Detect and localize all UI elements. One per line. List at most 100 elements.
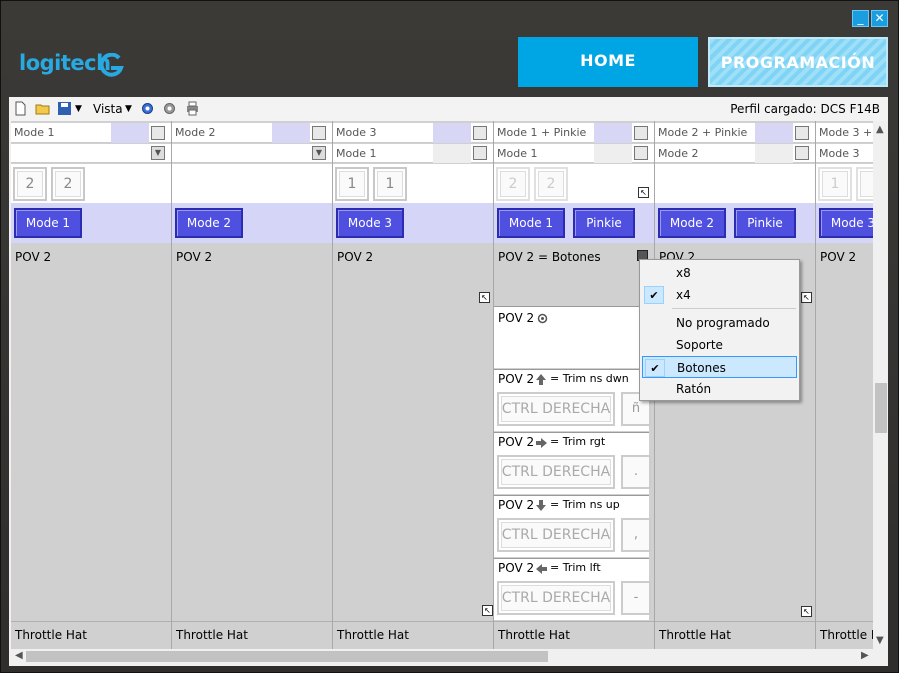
logitech-g-icon [99,53,124,77]
column-mode-1: Mode 1 ▼ 2 2 Mode 1 POV 2 Throttle Hat [11,121,172,649]
mode-buttons-row: Mode 1 [11,203,171,243]
menu-item-x4[interactable]: ✔ x4 [642,284,797,306]
mode-row[interactable]: Mode 1 + Pinkie [494,123,654,143]
sub-mode-row[interactable]: Mode 3 [816,144,873,163]
pov-cell[interactable]: POV 2 [172,244,332,620]
home-tab[interactable]: HOME [518,37,698,87]
key-box[interactable]: 2 [51,167,85,201]
mode-row[interactable]: Mode 2 + Pinkie [655,123,815,143]
key-box[interactable]: CTRL DERECHA [497,518,615,552]
key-box[interactable]: CTRL DERECHA [497,455,615,489]
pov-cell[interactable]: POV 2 ↖ [333,244,493,620]
scroll-down-icon[interactable]: ▼ [876,635,884,646]
expand-icon[interactable]: ↖ [801,606,812,617]
save-dropdown-arrow-icon[interactable]: ▼ [75,104,82,114]
clear-icon[interactable] [634,126,648,140]
minimize-button[interactable]: _ [852,10,869,27]
vertical-scroll-thumb[interactable] [875,383,887,433]
mode-2-button[interactable]: Mode 2 [658,208,726,238]
menu-item-support[interactable]: Soporte [642,334,797,356]
key-box[interactable]: 1 [818,167,852,201]
expand-icon[interactable] [473,146,487,160]
pov-cell[interactable]: POV 2 = Botones POV 2 POV 2 = Trim ns dw… [482,244,654,620]
chevron-down-icon[interactable]: ▼ [151,146,165,160]
pov-cell[interactable]: POV 2 [816,244,873,620]
mode-3-button[interactable]: Mode 3 [336,208,404,238]
key-box[interactable]: 2 [496,167,530,201]
new-file-icon[interactable] [13,101,28,116]
menu-item-not-programmed[interactable]: No programado [642,312,797,334]
open-folder-icon[interactable] [35,101,50,116]
footer-label: Throttle Hat [820,628,873,642]
keys-row [172,164,332,203]
key-box[interactable]: 1 [373,167,407,201]
pov-label: POV 2 = Botones [498,250,601,264]
keys-row [655,164,815,203]
view-dropdown-arrow-icon[interactable]: ▼ [125,104,132,114]
mode-3-button[interactable]: Mode 3 [819,208,873,238]
key-box[interactable] [856,167,873,201]
vertical-scrollbar[interactable]: ▲ ▼ [873,121,888,649]
key-box[interactable]: . [621,455,651,489]
gear-icon[interactable] [140,101,155,116]
pov-direction-cell[interactable]: POV 2 = Trim ns dwn CTRL DERECHA ñ [494,369,651,431]
chevron-down-icon[interactable]: ▼ [312,146,326,160]
horizontal-scroll-thumb[interactable] [26,651,548,662]
pov-direction-cell[interactable]: POV 2 = Trim rgt CTRL DERECHA . [494,432,651,494]
pov-direction-cell[interactable]: POV 2 = Trim lft CTRL DERECHA - ↖ [482,558,651,620]
mode-2-button[interactable]: Mode 2 [175,208,243,238]
pov-action-label: = Trim lft [550,561,601,574]
settings-icon[interactable] [162,101,177,116]
pov-action-label: = Trim ns up [550,498,620,511]
view-menu[interactable]: Vista [93,102,123,116]
key-box[interactable]: 1 [335,167,369,201]
key-box[interactable]: , [621,518,651,552]
save-icon[interactable] [57,101,72,116]
mode-1-button[interactable]: Mode 1 [14,208,82,238]
key-box[interactable]: CTRL DERECHA [497,392,615,426]
pov-direction-cell[interactable]: POV 2 = Trim ns up CTRL DERECHA , [494,495,651,557]
expand-icon[interactable] [795,146,809,160]
horizontal-scrollbar[interactable]: ◀ ▶ [11,649,873,664]
pov-label: POV 2 [820,250,857,264]
sub-mode-row[interactable]: Mode 1 [494,144,654,163]
key-box[interactable]: 2 [534,167,568,201]
pov-sub-cell[interactable]: POV 2 [494,306,649,368]
menu-item-buttons[interactable]: ✔ Botones [642,356,797,378]
expand-icon[interactable]: ↖ [479,292,490,303]
menu-item-x8[interactable]: x8 [642,262,797,284]
mode-row[interactable]: Mode 1 [11,123,171,143]
expand-icon[interactable]: ↖ [638,187,649,198]
mode-buttons-row: Mode 1 Pinkie [494,203,654,243]
mode-1-button[interactable]: Mode 1 [497,208,565,238]
sub-mode-row[interactable]: ▼ [172,144,332,163]
close-button[interactable]: ✕ [871,10,888,27]
programming-tab[interactable]: PROGRAMACIÓN [708,37,888,87]
mode-row[interactable]: Mode 3 + P [816,123,873,143]
mode-row[interactable]: Mode 3 [333,123,493,143]
scroll-up-icon[interactable]: ▲ [876,124,884,135]
print-icon[interactable] [185,101,200,116]
mode-row[interactable]: Mode 2 [172,123,332,143]
pinkie-button[interactable]: Pinkie [734,208,796,238]
keys-row: 1 [816,164,873,203]
sub-mode-row[interactable]: Mode 2 [655,144,815,163]
scroll-right-icon[interactable]: ▶ [861,650,869,661]
key-box[interactable]: CTRL DERECHA [497,581,615,615]
pinkie-button[interactable]: Pinkie [573,208,635,238]
clear-icon[interactable] [473,126,487,140]
expand-icon[interactable]: ↖ [482,605,493,616]
sub-mode-row[interactable]: ▼ [11,144,171,163]
pov-cell[interactable]: POV 2 [11,244,171,620]
key-box[interactable]: 2 [13,167,47,201]
expand-icon[interactable]: ↖ [801,292,812,303]
key-box[interactable]: - [621,581,651,615]
sub-mode-row[interactable]: Mode 1 [333,144,493,163]
clear-icon[interactable] [795,126,809,140]
expand-icon[interactable] [634,146,648,160]
clear-icon[interactable] [151,126,165,140]
clear-icon[interactable] [312,126,326,140]
mode-label: Mode 1 [14,126,55,139]
scroll-left-icon[interactable]: ◀ [15,650,23,661]
menu-item-mouse[interactable]: Ratón [642,378,797,400]
